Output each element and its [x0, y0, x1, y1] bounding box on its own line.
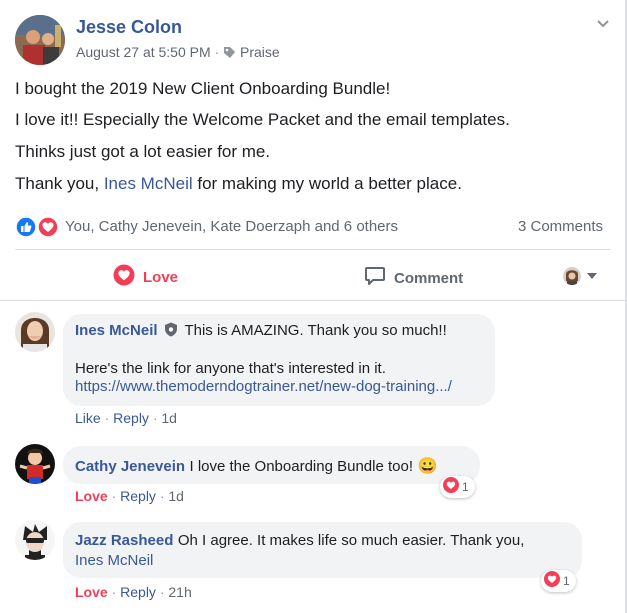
love-link[interactable]: Love — [75, 584, 108, 600]
like-reaction-icon[interactable] — [15, 216, 37, 243]
love-button-label: Love — [143, 269, 179, 286]
mention-ines-mcneil[interactable]: Ines McNeil — [104, 174, 193, 193]
reply-link[interactable]: Reply — [113, 410, 149, 426]
reaction-count: 1 — [563, 574, 570, 588]
author-avatar[interactable] — [15, 15, 65, 65]
love-reaction-icon[interactable] — [37, 216, 59, 243]
commenter-name[interactable]: Cathy Jenevein — [75, 458, 185, 475]
reaction-count: 1 — [462, 480, 469, 494]
post-meta: August 27 at 5:50 PM · Praise — [76, 44, 280, 62]
comment-time[interactable]: 1d — [161, 410, 177, 426]
commenter-name[interactable]: Jazz Rasheed — [75, 532, 173, 549]
post-line-2: I love it!! Especially the Welcome Packe… — [15, 110, 510, 129]
viewer-avatar — [563, 267, 581, 285]
love-reaction-icon — [443, 476, 459, 498]
comment-text: This is AMAZING. Thank you so much!! — [184, 322, 447, 339]
post-author[interactable]: Jesse Colon — [76, 17, 182, 38]
reply-link[interactable]: Reply — [120, 584, 156, 600]
caret-down-icon — [587, 267, 597, 285]
comment-reaction-badge[interactable]: 1 — [440, 476, 475, 498]
comment-time[interactable]: 1d — [168, 488, 184, 504]
love-button[interactable]: Love — [113, 264, 178, 291]
comment-actions: Like · Reply · 1d — [75, 410, 177, 426]
comment-content: Cathy Jenevein I love the Onboarding Bun… — [75, 456, 437, 476]
comments-count[interactable]: 3 Comments — [518, 218, 603, 235]
grinning-emoji: 😀 — [417, 458, 438, 475]
comment-header: Ines McNeil This is AMAZING. Thank you s… — [75, 322, 447, 342]
comment-text: Oh I agree. It makes life so much easier… — [177, 532, 525, 549]
comment-link[interactable]: https://www.themoderndogtrainer.net/new-… — [75, 378, 452, 395]
comment-time[interactable]: 21h — [168, 584, 191, 600]
divider — [15, 249, 610, 250]
comment-actions: Love · Reply · 21h — [75, 584, 192, 600]
commenter-avatar-jazz[interactable] — [15, 520, 55, 560]
tag-icon — [223, 46, 236, 62]
comment-bubble — [63, 522, 582, 578]
comment-reaction-badge[interactable]: 1 — [541, 570, 576, 592]
comment-text-line-2: Here's the link for anyone that's intere… — [75, 360, 386, 377]
comment-actions: Love · Reply · 1d — [75, 488, 184, 504]
chevron-down-icon[interactable] — [596, 16, 610, 34]
like-link[interactable]: Like — [75, 410, 101, 426]
heart-icon — [113, 264, 135, 291]
comment-button[interactable]: Comment — [364, 265, 463, 292]
comment-content: Jazz Rasheed Oh I agree. It makes life s… — [75, 532, 524, 550]
reaction-viewer-selector[interactable] — [563, 267, 597, 285]
divider — [0, 300, 625, 301]
post-line-3: Thinks just got a lot easier for me. — [15, 142, 271, 161]
shield-badge-icon — [164, 322, 178, 342]
post-line-4: Thank you, Ines McNeil for making my wor… — [15, 174, 462, 193]
commenter-avatar-cathy[interactable] — [15, 444, 55, 484]
comment-text: I love the Onboarding Bundle too! — [189, 458, 414, 475]
comment-button-label: Comment — [394, 270, 464, 287]
reply-link[interactable]: Reply — [120, 488, 156, 504]
comment-icon — [364, 265, 386, 292]
post-category[interactable]: Praise — [240, 44, 280, 60]
post-date[interactable]: August 27 at 5:50 PM — [76, 44, 211, 60]
mention-ines-mcneil[interactable]: Ines McNeil — [75, 552, 153, 569]
post-line-1: I bought the 2019 New Client Onboarding … — [15, 79, 391, 98]
love-link[interactable]: Love — [75, 488, 108, 504]
commenter-name[interactable]: Ines McNeil — [75, 322, 158, 339]
reactions-summary[interactable]: You, Cathy Jenevein, Kate Doerzaph and 6… — [65, 218, 398, 235]
commenter-avatar-ines[interactable] — [15, 312, 55, 352]
love-reaction-icon — [544, 570, 560, 592]
